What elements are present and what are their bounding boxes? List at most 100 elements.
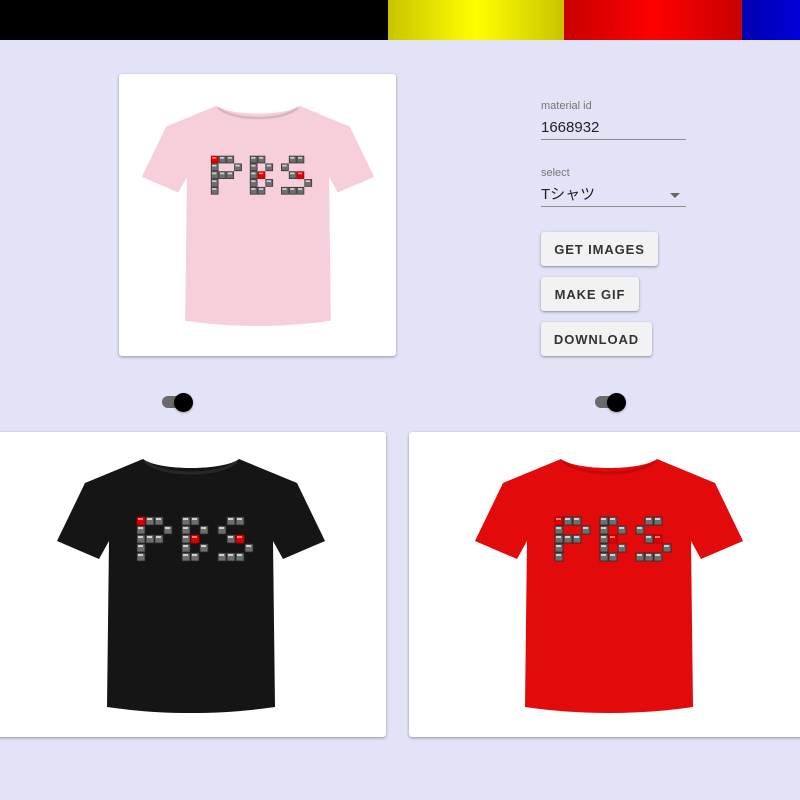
tshirt-body xyxy=(141,105,374,326)
tshirt-image xyxy=(475,458,743,713)
product-select[interactable]: select Tシャツ xyxy=(541,166,686,207)
color-swatch-blue[interactable] xyxy=(742,0,800,40)
design-pixel-highlight xyxy=(281,164,287,167)
design-pixel-highlight xyxy=(236,517,242,520)
variant-card-black xyxy=(0,432,386,737)
design-pixel-highlight xyxy=(266,180,271,183)
design-pixel-highlight xyxy=(200,526,206,529)
tshirt-image xyxy=(56,458,325,713)
design-pixel-highlight xyxy=(250,156,255,159)
design-pixel-highlight xyxy=(556,535,561,538)
design-pixel-highlight xyxy=(219,172,224,175)
design-pixel-highlight xyxy=(297,172,302,175)
design-pixel-highlight xyxy=(655,535,660,538)
design-pixel-highlight xyxy=(646,535,651,538)
design-pixel-highlight xyxy=(137,544,143,547)
design-pixel-highlight xyxy=(601,553,606,556)
design-pixel-highlight xyxy=(182,535,188,538)
design-pixel-highlight xyxy=(297,188,302,190)
design-pixel-highlight xyxy=(250,164,255,167)
design-pixel-highlight xyxy=(289,172,294,175)
material-id-label: material id xyxy=(541,100,592,112)
design-pixel-highlight xyxy=(219,156,224,159)
design-pixel-highlight xyxy=(610,517,615,520)
design-pixel-highlight xyxy=(227,535,233,538)
design-pixel-highlight xyxy=(250,172,255,175)
design-pixel-highlight xyxy=(574,517,579,520)
design-pixel-highlight xyxy=(305,180,310,183)
design-pixel-highlight xyxy=(250,188,255,190)
design-pixel-highlight xyxy=(137,535,143,538)
design-pixel-highlight xyxy=(637,553,642,556)
design-pixel-highlight xyxy=(258,172,263,175)
design-pixel-highlight xyxy=(211,156,216,159)
design-pixel-highlight xyxy=(200,544,206,547)
design-pixel-highlight xyxy=(637,526,642,529)
design-pixel-highlight xyxy=(619,544,624,547)
get-images-button[interactable]: GET IMAGES xyxy=(541,232,658,266)
design-pixel-highlight xyxy=(137,553,143,556)
design-pixel-highlight xyxy=(211,172,216,175)
design-pixel-highlight xyxy=(556,553,561,556)
design-pixel-highlight xyxy=(574,535,579,538)
design-pixel-highlight xyxy=(227,156,232,159)
design-pixel-highlight xyxy=(164,526,170,529)
color-swatch-yellow[interactable] xyxy=(388,0,564,40)
design-pixel-highlight xyxy=(227,172,232,175)
design-pixel-highlight xyxy=(655,553,660,556)
design-pixel-highlight xyxy=(191,517,197,520)
design-pixel-highlight xyxy=(227,553,233,556)
design-pixel-highlight xyxy=(155,535,161,538)
design-pixel-highlight xyxy=(236,553,242,556)
select-value-box[interactable]: Tシャツ xyxy=(541,184,686,207)
design-pixel-highlight xyxy=(664,544,669,547)
design-pixel-highlight xyxy=(245,544,251,547)
tshirt-image xyxy=(141,105,374,326)
design-pixel-highlight xyxy=(556,526,561,529)
make-gif-button[interactable]: MAKE GIF xyxy=(541,277,639,311)
design-pixel-highlight xyxy=(556,517,561,520)
design-pixel-highlight xyxy=(297,156,302,159)
design-pixel-highlight xyxy=(610,535,615,538)
design-pixel-highlight xyxy=(289,156,294,159)
design-pixel-highlight xyxy=(258,156,263,159)
design-pixel-highlight xyxy=(601,535,606,538)
design-pixel-highlight xyxy=(601,526,606,529)
toggle-thumb[interactable] xyxy=(607,393,626,412)
design-pixel-highlight xyxy=(646,517,651,520)
design-pixel-highlight xyxy=(565,535,570,538)
arrow-drop-down-icon[interactable] xyxy=(670,193,680,198)
material-id-input[interactable]: 1668932 xyxy=(541,117,686,140)
design-pixel-highlight xyxy=(137,526,143,529)
download-button[interactable]: DOWNLOAD xyxy=(541,322,652,356)
design-pixel-highlight xyxy=(655,517,660,520)
design-pixel-highlight xyxy=(565,517,570,520)
design-pixel-highlight xyxy=(281,188,287,190)
design-pixel-highlight xyxy=(583,526,588,529)
material-id-field[interactable]: material id 1668932 xyxy=(541,99,686,140)
color-swatch-black[interactable] xyxy=(0,0,388,40)
design-pixel-highlight xyxy=(182,553,188,556)
design-pixel-highlight xyxy=(218,553,224,556)
design-pixel-highlight xyxy=(146,517,152,520)
design-pixel-highlight xyxy=(227,517,233,520)
design-pixel-highlight xyxy=(610,553,615,556)
toggle-switch-left[interactable] xyxy=(160,392,196,412)
design-pixel-highlight xyxy=(182,517,188,520)
design-pixel-highlight xyxy=(266,164,271,167)
design-pixel-highlight xyxy=(289,188,294,190)
design-pixel-highlight xyxy=(250,180,255,183)
toggle-switch-right[interactable] xyxy=(593,392,629,412)
design-pixel-highlight xyxy=(182,526,188,529)
design-pixel-highlight xyxy=(556,544,561,547)
design-pixel-highlight xyxy=(182,544,188,547)
design-pixel-highlight xyxy=(191,553,197,556)
toggle-thumb[interactable] xyxy=(174,393,193,412)
design-pixel-highlight xyxy=(646,553,651,556)
color-bar xyxy=(0,0,800,40)
tshirt-body xyxy=(475,458,743,713)
color-swatch-red[interactable] xyxy=(564,0,742,40)
design-pixel-highlight xyxy=(211,180,216,183)
tshirt-body xyxy=(56,458,325,713)
design-pixel-highlight xyxy=(191,535,197,538)
